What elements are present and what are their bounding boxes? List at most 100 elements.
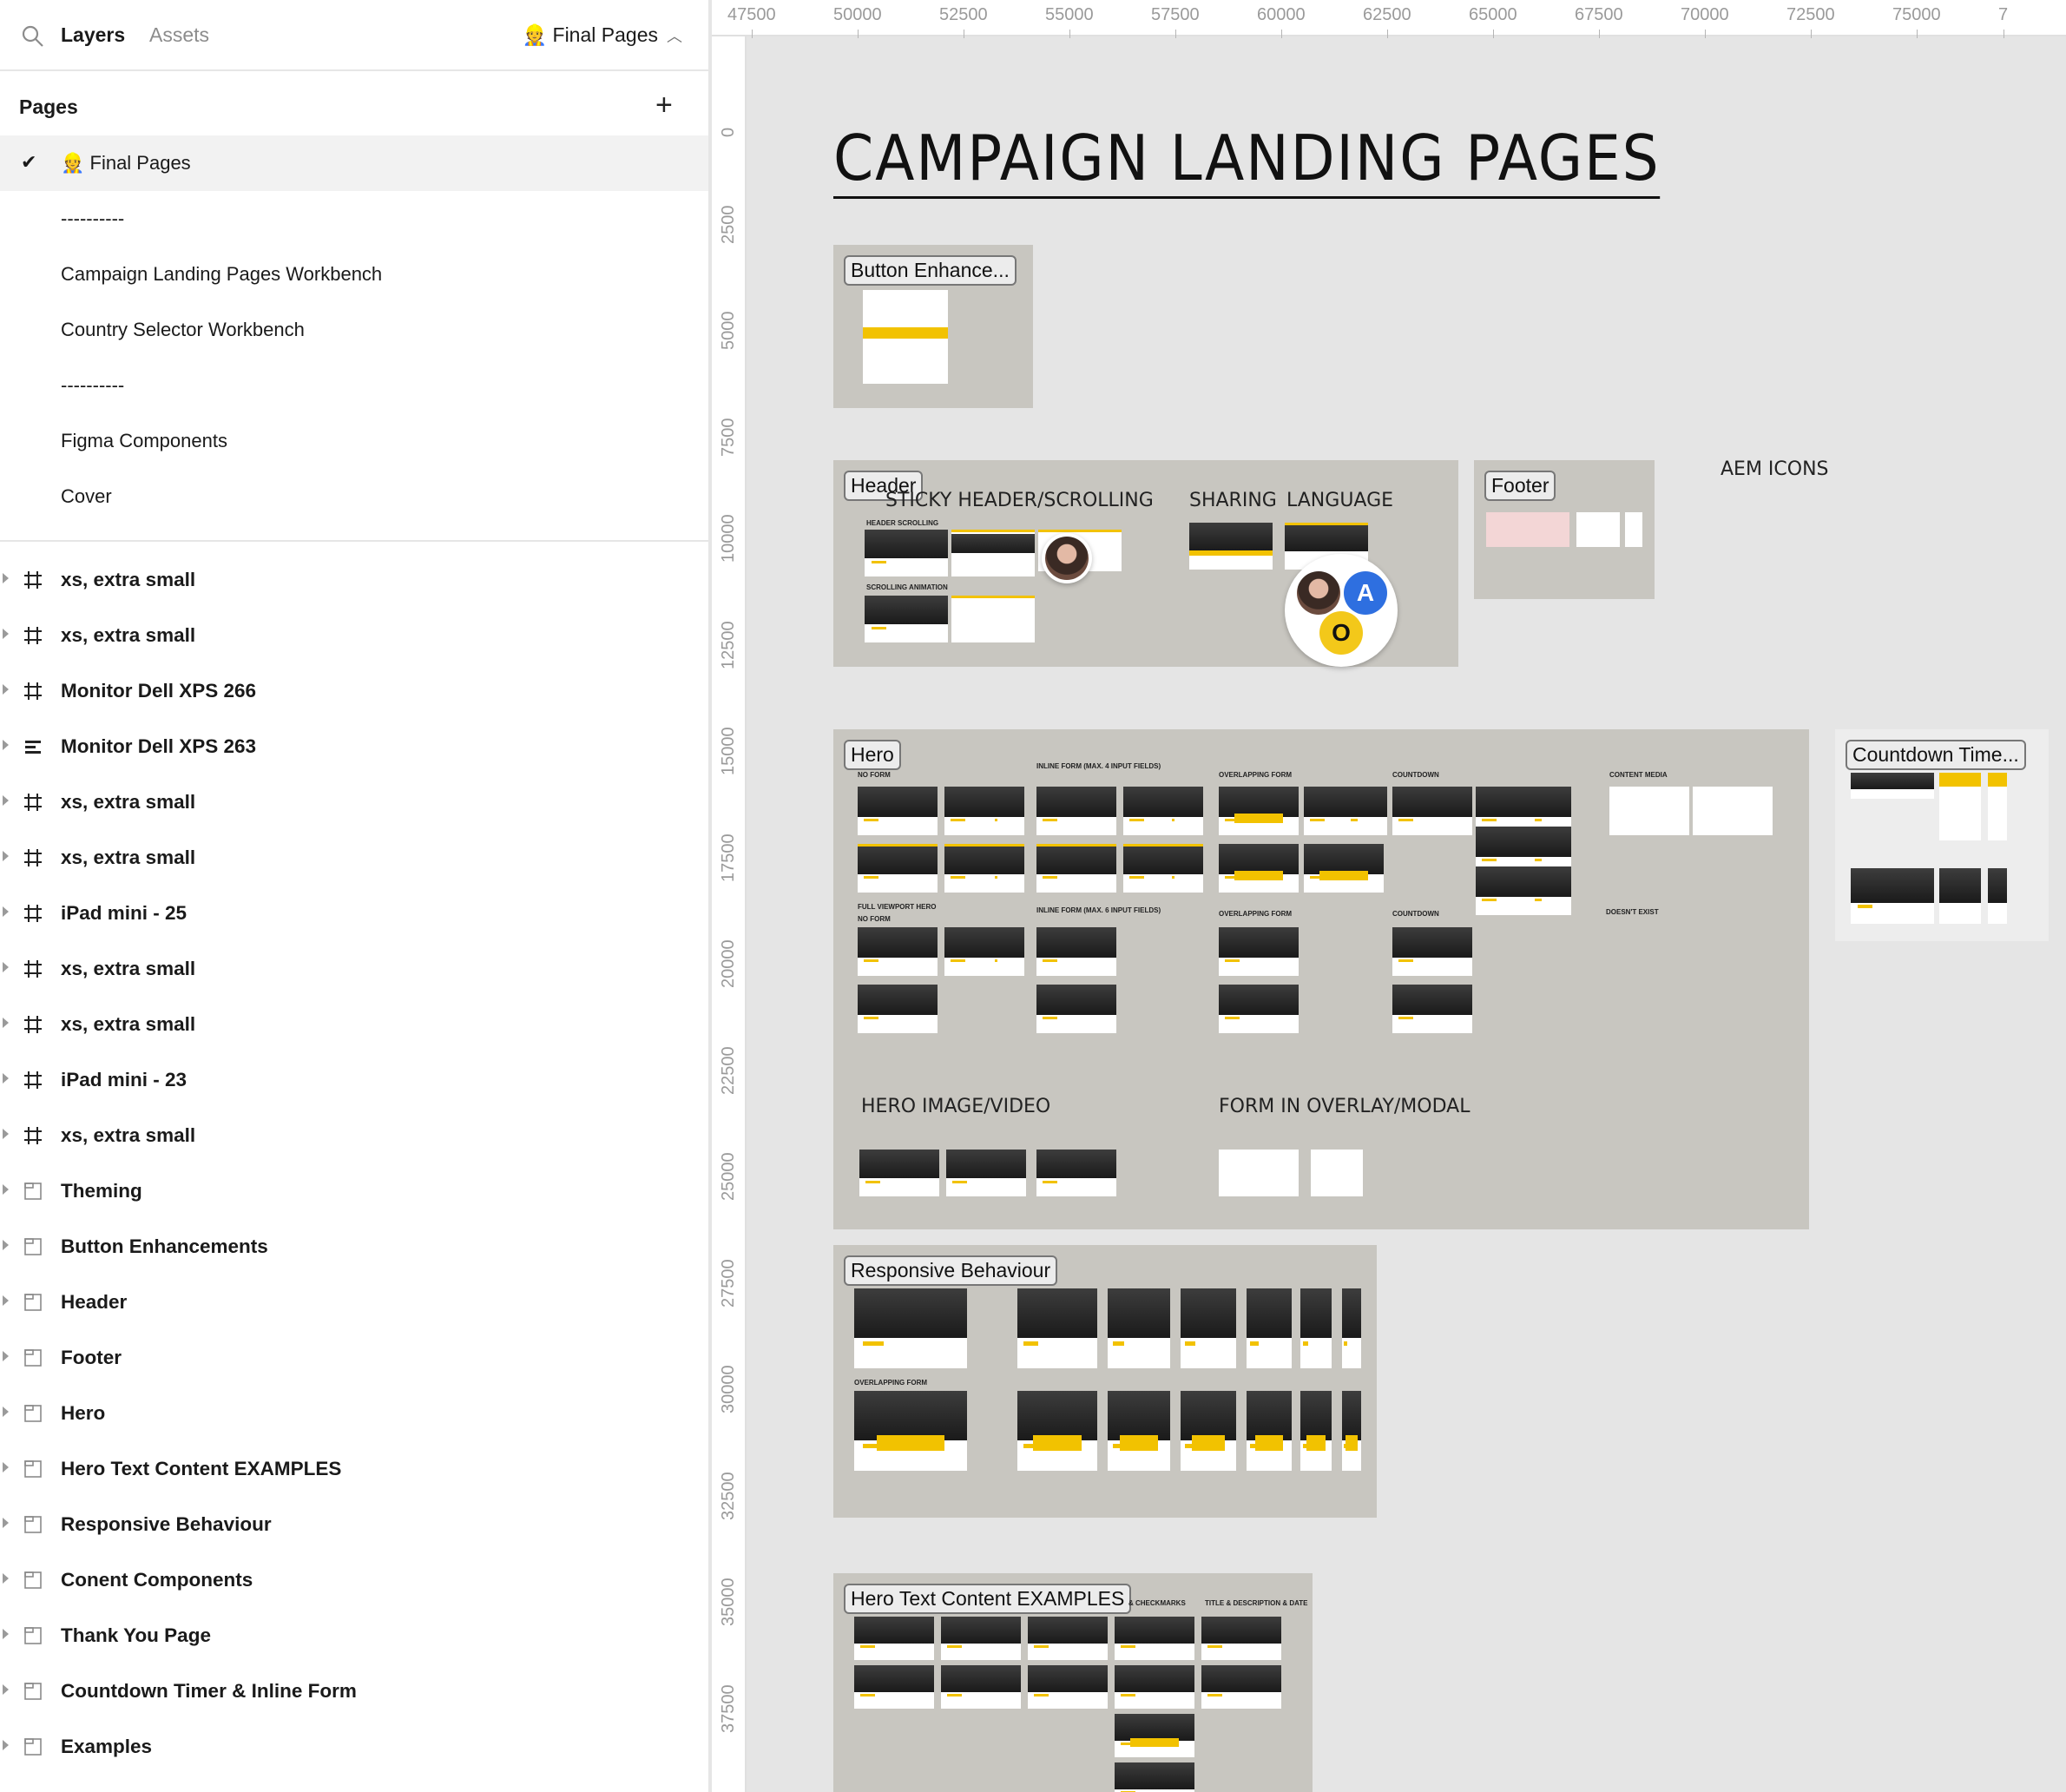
frame-thumbnail[interactable] [1036, 1150, 1116, 1196]
frame-thumbnail[interactable] [1342, 1288, 1361, 1368]
section-label[interactable]: Hero [844, 740, 901, 770]
frame-thumbnail[interactable] [1851, 868, 1934, 924]
frame-thumbnail[interactable] [1170, 844, 1188, 893]
frame-thumbnail[interactable] [1576, 512, 1620, 547]
frame-thumbnail[interactable] [1247, 1391, 1292, 1471]
expand-caret-icon[interactable] [3, 851, 9, 861]
expand-caret-icon[interactable] [3, 1240, 9, 1250]
frame-thumbnail[interactable] [854, 1665, 934, 1709]
frame-thumbnail[interactable] [1609, 787, 1689, 835]
frame-thumbnail[interactable] [1219, 927, 1299, 976]
section-hero-text-examples[interactable]: Hero Text Content EXAMPLES & CHECKMARKS … [833, 1573, 1313, 1792]
layer-row[interactable]: Examples [0, 1719, 708, 1775]
expand-caret-icon[interactable] [3, 1295, 9, 1306]
section-hero[interactable]: Hero NO FORM INLINE FORM (MAX. 4 INPUT F… [833, 729, 1809, 1229]
page-item[interactable]: ✔ 👷 Final Pages [0, 135, 708, 191]
frame-thumbnail[interactable] [1017, 1288, 1097, 1368]
section-responsive-behaviour[interactable]: Responsive Behaviour OVERLAPPING FORM [833, 1245, 1377, 1518]
page-item[interactable]: ---------- [0, 358, 708, 413]
frame-thumbnail[interactable] [1346, 1150, 1363, 1196]
collaborator-avatar[interactable] [1042, 533, 1092, 583]
frame-thumbnail[interactable] [1201, 1665, 1281, 1709]
frame-thumbnail[interactable] [1181, 1288, 1236, 1368]
expand-caret-icon[interactable] [3, 1129, 9, 1139]
expand-caret-icon[interactable] [3, 1407, 9, 1417]
frame-thumbnail[interactable] [865, 596, 948, 642]
layer-row[interactable]: Theming [0, 1163, 708, 1219]
frame-thumbnail[interactable] [858, 844, 938, 893]
frame-thumbnail[interactable] [1300, 1391, 1332, 1471]
frame-thumbnail[interactable] [1988, 773, 2007, 840]
frame-thumbnail[interactable] [1189, 523, 1273, 570]
frame-thumbnail[interactable] [854, 1288, 967, 1368]
frame-thumbnail[interactable] [1486, 512, 1569, 547]
frame-thumbnail[interactable] [1036, 844, 1116, 893]
frame-thumbnail[interactable] [1247, 1288, 1292, 1368]
frame-thumbnail[interactable] [1531, 866, 1571, 915]
expand-caret-icon[interactable] [3, 1018, 9, 1028]
frame-thumbnail[interactable] [1036, 787, 1116, 835]
expand-caret-icon[interactable] [3, 1684, 9, 1695]
layer-row[interactable]: xs, extra small [0, 1108, 708, 1163]
layer-row[interactable]: xs, extra small [0, 608, 708, 663]
frame-thumbnail[interactable] [1988, 868, 2007, 924]
layer-row[interactable]: xs, extra small [0, 552, 708, 608]
layer-row[interactable]: xs, extra small [0, 997, 708, 1052]
layer-row[interactable]: xs, extra small [0, 830, 708, 886]
expand-caret-icon[interactable] [3, 1073, 9, 1084]
add-page-icon[interactable]: + [655, 90, 673, 120]
frame-thumbnail[interactable] [944, 787, 1024, 835]
frame-thumbnail[interactable] [1108, 1391, 1170, 1471]
frame-thumbnail[interactable] [1108, 1288, 1170, 1368]
frame-thumbnail[interactable] [1342, 1391, 1361, 1471]
frame-thumbnail[interactable] [865, 530, 948, 576]
frame-thumbnail[interactable] [993, 787, 1010, 835]
layer-row[interactable]: Footer [0, 1330, 708, 1386]
section-footer[interactable]: Footer [1474, 460, 1655, 599]
frame-thumbnail[interactable] [1115, 1665, 1194, 1709]
section-header[interactable]: Header STICKY HEADER/SCROLLING SHARING L… [833, 460, 1458, 667]
page-item[interactable]: Country Selector Workbench [0, 302, 708, 358]
page-item[interactable]: ---------- [0, 191, 708, 247]
page-item[interactable]: Cover [0, 469, 708, 524]
frame-thumbnail[interactable] [1219, 787, 1299, 835]
expand-caret-icon[interactable] [3, 1184, 9, 1195]
frame-thumbnail[interactable] [858, 985, 938, 1033]
frame-thumbnail[interactable] [859, 1150, 939, 1196]
expand-caret-icon[interactable] [3, 740, 9, 750]
frame-thumbnail[interactable] [1201, 1617, 1281, 1660]
layer-row[interactable]: xs, extra small [0, 941, 708, 997]
frame-thumbnail[interactable] [854, 1391, 967, 1471]
frame-thumbnail[interactable] [944, 927, 1024, 976]
frame-thumbnail[interactable] [946, 1150, 1026, 1196]
frame-thumbnail[interactable] [951, 530, 1035, 576]
expand-caret-icon[interactable] [3, 1462, 9, 1472]
expand-caret-icon[interactable] [3, 962, 9, 972]
frame-thumbnail[interactable] [1219, 1150, 1299, 1196]
frame-thumbnail[interactable] [1304, 844, 1384, 893]
canvas-title[interactable]: CAMPAIGN LANDING PAGES [833, 122, 1661, 199]
frame-thumbnail[interactable] [1181, 1391, 1236, 1471]
expand-caret-icon[interactable] [3, 684, 9, 695]
frame-thumbnail[interactable] [941, 1617, 1021, 1660]
frame-thumbnail[interactable] [1693, 787, 1773, 835]
expand-caret-icon[interactable] [3, 1351, 9, 1361]
frame-thumbnail[interactable] [1036, 985, 1116, 1033]
section-label[interactable]: Button Enhance... [844, 255, 1017, 286]
frame-thumbnail[interactable] [1392, 927, 1472, 976]
layer-row[interactable]: Conent Components [0, 1552, 708, 1608]
section-label[interactable]: Hero Text Content EXAMPLES [844, 1584, 1132, 1614]
frame-thumbnail[interactable] [1300, 1288, 1332, 1368]
frame-thumbnail[interactable] [1028, 1617, 1108, 1660]
tab-assets[interactable]: Assets [149, 23, 209, 47]
frame-thumbnail[interactable] [1219, 844, 1299, 893]
page-item[interactable]: Campaign Landing Pages Workbench [0, 247, 708, 302]
frame-thumbnail[interactable] [858, 787, 938, 835]
layer-row[interactable]: Hero Text Content EXAMPLES [0, 1441, 708, 1497]
expand-caret-icon[interactable] [3, 1740, 9, 1750]
layer-row[interactable]: Countdown Timer & Inline Form [0, 1664, 708, 1719]
frame-thumbnail[interactable] [1123, 844, 1203, 893]
frame-thumbnail[interactable] [1170, 787, 1188, 835]
canvas[interactable]: 47500 50000 52500 55000 57500 60000 62500 65000… [712, 0, 2066, 1792]
section-button-enhancements[interactable]: Button Enhance... [833, 245, 1033, 408]
